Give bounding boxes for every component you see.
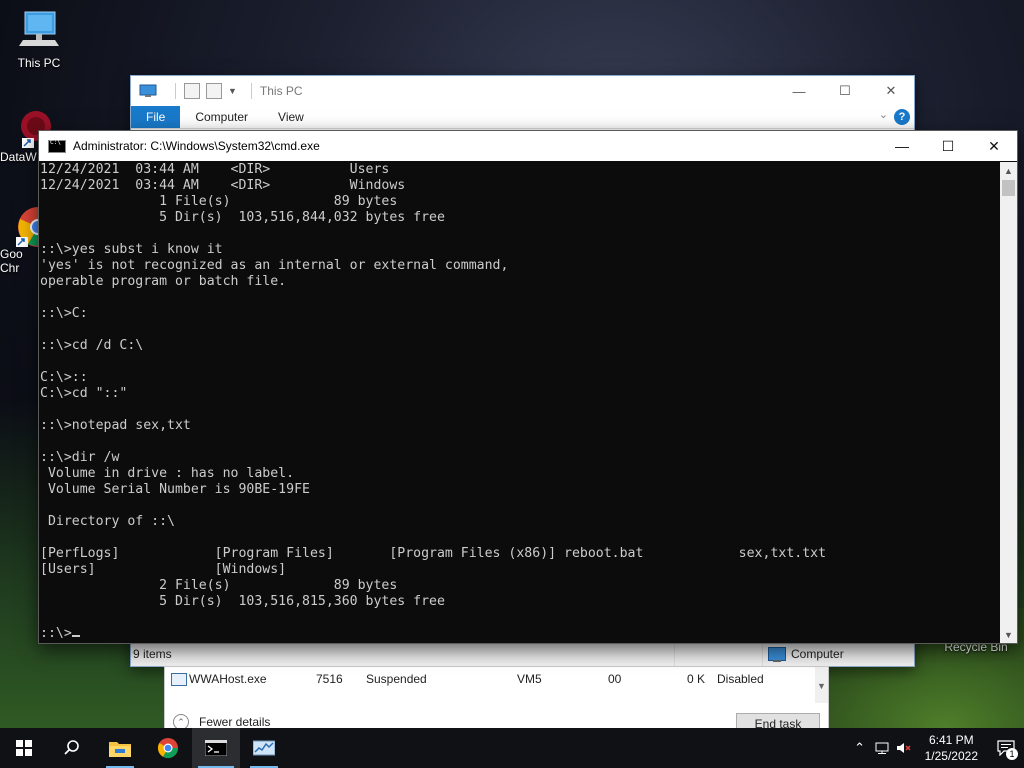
cmd-title: Administrator: C:\Windows\System32\cmd.e… — [73, 139, 320, 153]
status-location: Computer — [762, 642, 920, 666]
scroll-down-icon[interactable]: ▼ — [1000, 626, 1017, 643]
chevron-down-icon[interactable]: ⌄ — [879, 108, 888, 121]
close-icon[interactable]: ✕ — [868, 76, 914, 106]
explorer-window-controls: — ☐ ✕ — [776, 76, 914, 106]
process-pid: 7516 — [316, 672, 343, 686]
notification-count-badge: 1 — [1006, 748, 1018, 760]
new-folder-icon[interactable] — [206, 83, 222, 99]
cmd-icon — [48, 139, 66, 153]
item-count: 9 items — [133, 647, 172, 661]
process-status: Suspended — [366, 672, 427, 686]
process-icon — [171, 672, 187, 686]
start-button[interactable] — [0, 728, 48, 768]
action-center-button[interactable]: 1 — [988, 740, 1024, 760]
minimize-icon[interactable]: — — [776, 76, 822, 106]
cmd-window[interactable]: Administrator: C:\Windows\System32\cmd.e… — [38, 130, 1018, 644]
tab-file[interactable]: File — [131, 106, 181, 128]
computer-icon — [19, 11, 59, 46]
desktop-icon-label: Goo Chr — [0, 247, 23, 275]
taskbar-file-explorer[interactable] — [96, 728, 144, 768]
process-memory: 0 K — [687, 672, 706, 686]
desktop-icon-label: This PC — [17, 56, 61, 70]
scroll-up-icon[interactable]: ▲ — [1000, 162, 1017, 179]
scrollbar-thumb[interactable] — [1002, 180, 1015, 196]
volume-muted-icon[interactable] — [893, 742, 915, 754]
minimize-icon[interactable]: — — [879, 131, 925, 161]
clock-time: 6:41 PM — [928, 733, 974, 747]
windows-logo-icon — [16, 740, 32, 756]
scrollbar[interactable]: ▼ — [815, 667, 828, 703]
taskbar: ⌃ 6:41 PM 1/25/2022 1 — [0, 728, 1024, 768]
process-name: WWAHost.exe — [189, 672, 267, 686]
tab-view[interactable]: View — [263, 106, 319, 128]
status-divider — [674, 642, 763, 666]
properties-icon[interactable] — [184, 83, 200, 99]
this-pc-icon — [139, 84, 157, 97]
file-explorer-icon — [109, 742, 131, 757]
search-icon — [64, 740, 79, 755]
desktop-icon-this-pc[interactable]: This PC — [8, 10, 70, 70]
status-location-label: Computer — [791, 647, 844, 661]
chevron-up-icon[interactable]: ⌃ — [849, 740, 871, 756]
console-cursor — [71, 635, 80, 637]
desktop-icon-label: DataW — [0, 150, 37, 164]
clock-date: 1/25/2022 — [924, 749, 978, 763]
process-user: VM5 — [517, 672, 542, 686]
taskbar-cmd[interactable] — [192, 728, 240, 768]
maximize-icon[interactable]: ☐ — [925, 131, 971, 161]
cmd-window-controls: — ☐ ✕ — [879, 131, 1017, 161]
desktop-icon-datawrapper[interactable]: DataW — [0, 108, 51, 164]
taskbar-task-manager[interactable] — [240, 728, 288, 768]
fewer-details-label: Fewer details — [199, 715, 271, 729]
title-separator — [175, 83, 176, 99]
process-cpu: 00 — [608, 672, 622, 686]
scrollbar[interactable]: ▲ ▼ — [1000, 162, 1017, 643]
process-uac: Disabled — [717, 672, 764, 686]
desktop-icon-chrome[interactable]: Goo Chr — [0, 205, 54, 275]
customize-quick-access-icon[interactable]: ▼ — [228, 86, 237, 96]
console-output[interactable]: 12/24/2021 03:44 AM <DIR> Users 12/24/20… — [40, 162, 1000, 643]
help-icon[interactable]: ? — [894, 109, 910, 125]
computer-icon — [768, 647, 786, 662]
title-separator — [250, 83, 252, 99]
network-icon[interactable] — [871, 742, 893, 754]
maximize-icon[interactable]: ☐ — [822, 76, 868, 106]
system-tray: ⌃ 6:41 PM 1/25/2022 1 — [849, 728, 1024, 768]
taskbar-chrome[interactable] — [144, 728, 192, 768]
tab-computer[interactable]: Computer — [180, 106, 263, 128]
search-button[interactable] — [48, 728, 96, 768]
task-manager-icon — [253, 740, 275, 756]
explorer-title: This PC — [259, 84, 303, 98]
console-text: 12/24/2021 03:44 AM <DIR> Users 12/24/20… — [40, 162, 827, 641]
explorer-ribbon-tabs: File Computer View ⌄ ? — [131, 106, 914, 129]
cmd-icon — [205, 740, 227, 756]
cmd-title-bar[interactable]: Administrator: C:\Windows\System32\cmd.e… — [39, 131, 1017, 161]
chevron-down-icon[interactable]: ▼ — [815, 681, 828, 691]
table-row[interactable]: WWAHost.exe 7516 Suspended VM5 00 0 K Di… — [165, 669, 815, 689]
task-manager-window[interactable]: WWAHost.exe 7516 Suspended VM5 00 0 K Di… — [164, 666, 829, 735]
close-icon[interactable]: ✕ — [971, 131, 1017, 161]
explorer-status-bar: 9 items Computer — [131, 641, 914, 666]
clock[interactable]: 6:41 PM 1/25/2022 — [915, 732, 988, 764]
explorer-title-bar[interactable]: ▼ This PC — ☐ ✕ — [131, 76, 914, 106]
chrome-icon — [157, 738, 179, 759]
